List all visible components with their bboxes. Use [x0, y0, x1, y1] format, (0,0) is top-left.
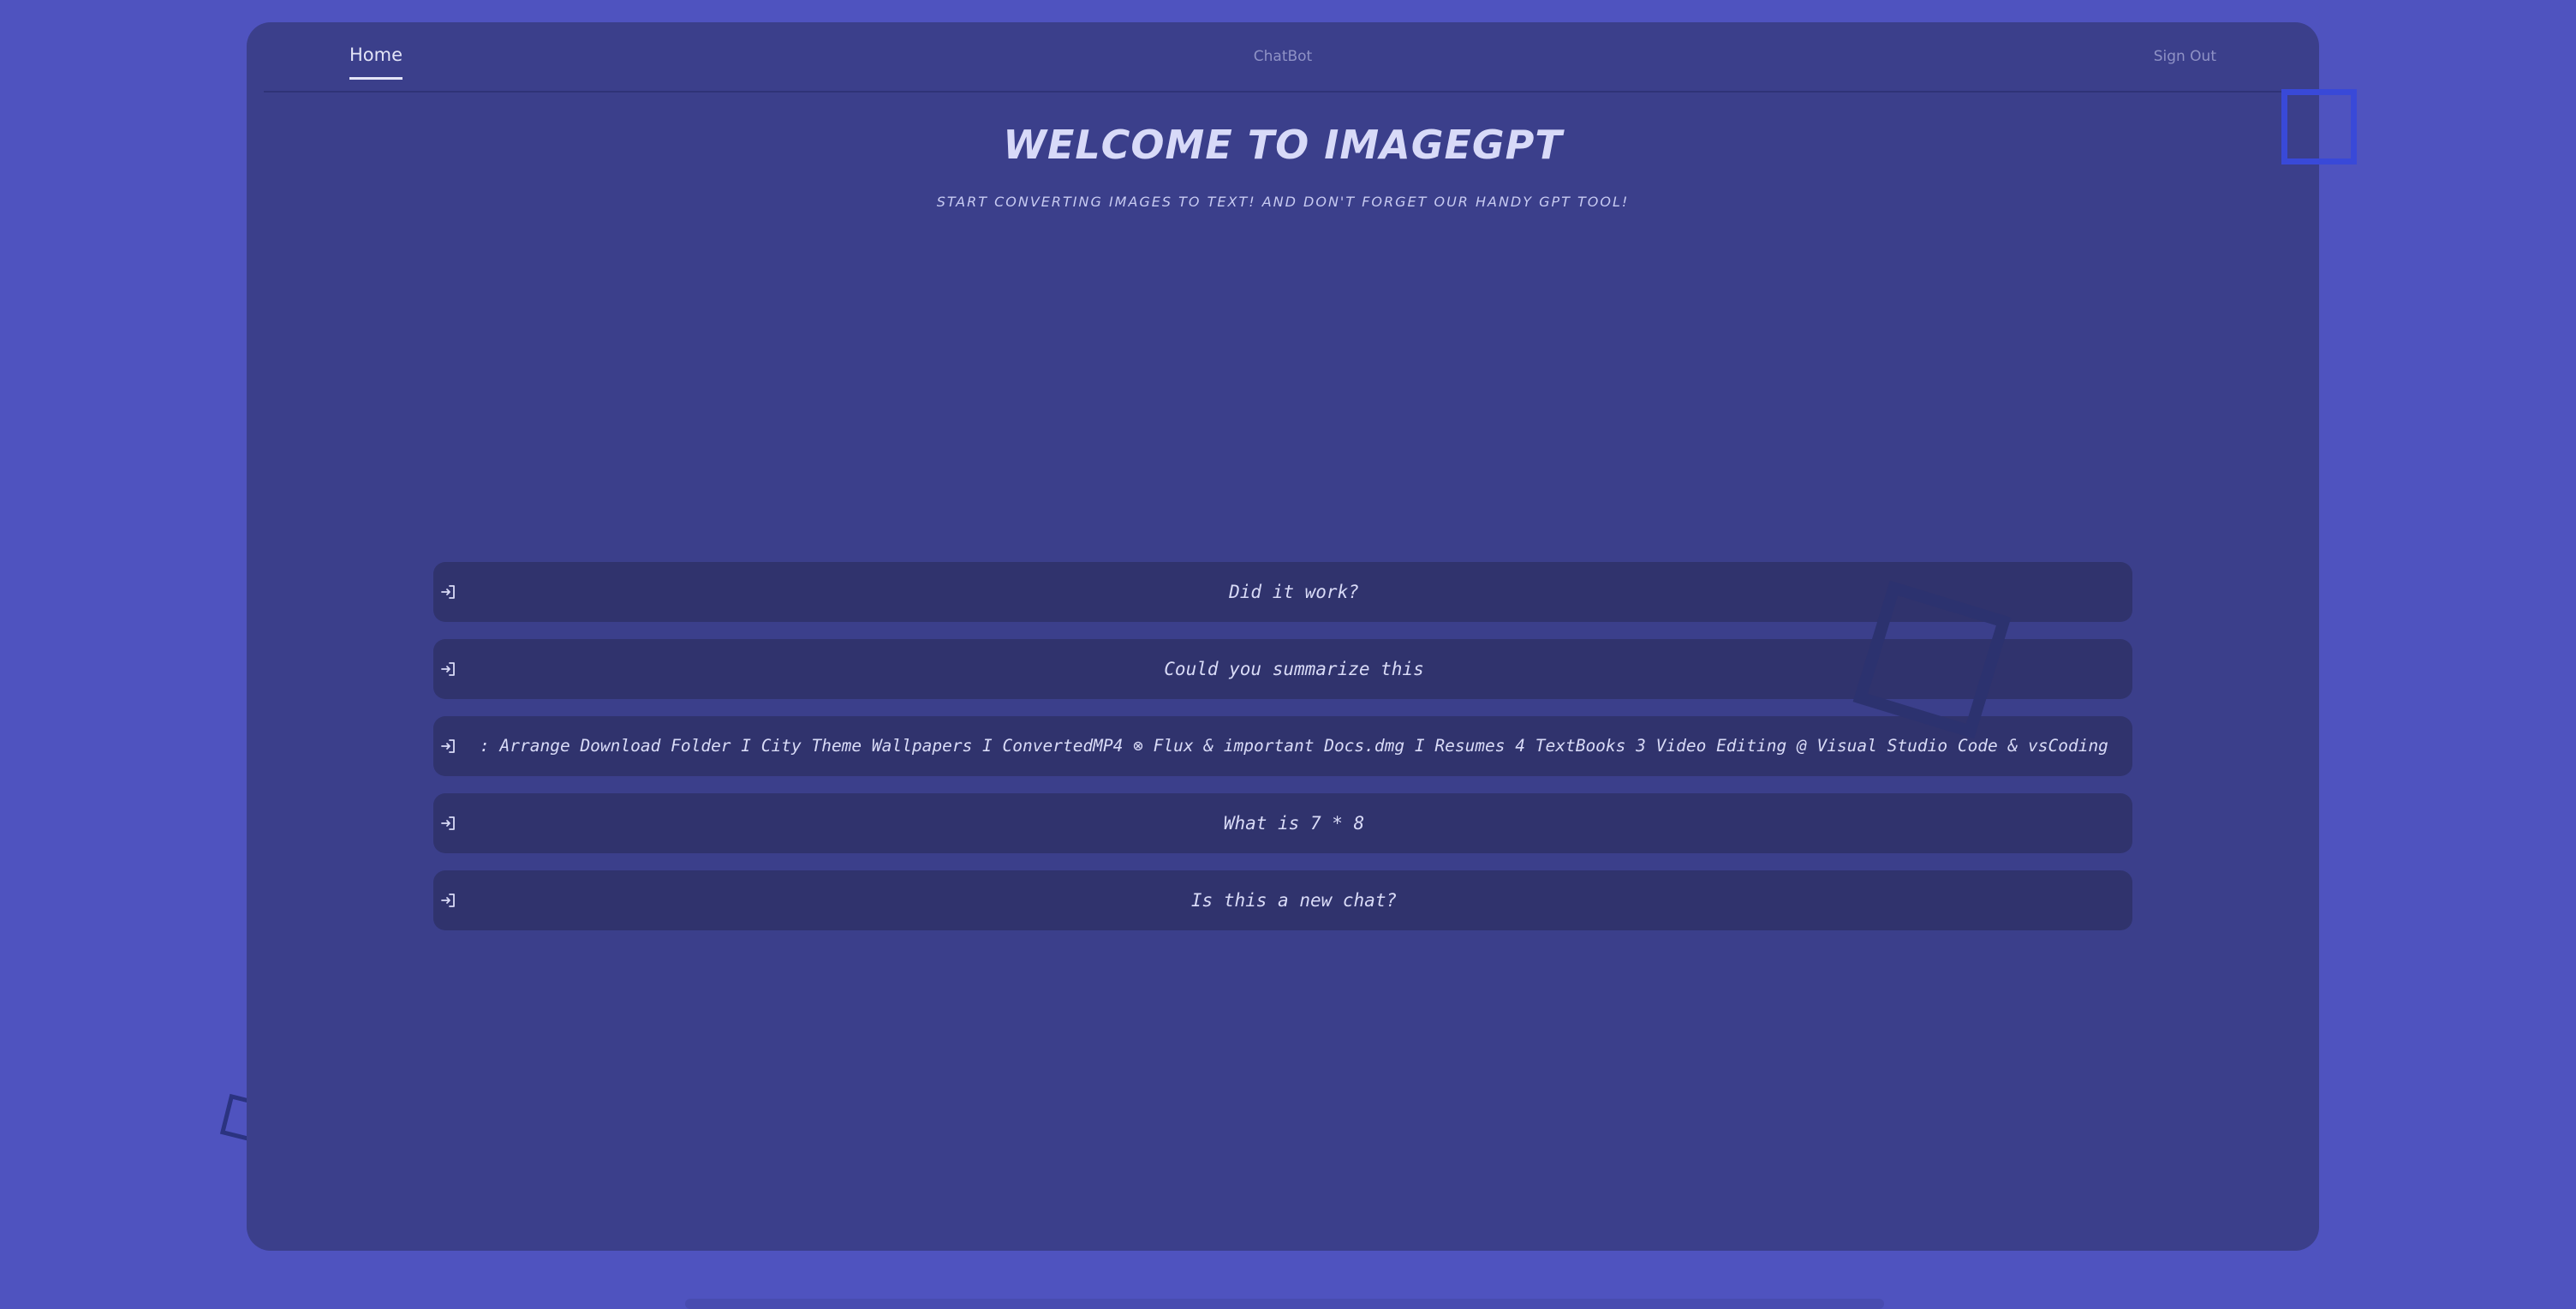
login-arrow-icon: [441, 739, 455, 753]
main-panel: Home ChatBot Sign Out WELCOME TO IMAGEGP…: [247, 22, 2319, 1251]
nav-chatbot-link[interactable]: ChatBot: [264, 48, 2302, 65]
chat-history-list: Did it work? Could you summarize this : …: [433, 562, 2132, 947]
chat-history-item[interactable]: Is this a new chat?: [433, 870, 2132, 930]
chat-history-item[interactable]: : Arrange Download Folder I City Theme W…: [433, 716, 2132, 776]
chat-history-item[interactable]: Did it work?: [433, 562, 2132, 622]
page-subtitle: START CONVERTING IMAGES TO TEXT! AND DON…: [936, 194, 1630, 210]
chat-history-item[interactable]: Could you summarize this: [433, 639, 2132, 699]
chat-history-text: Is this a new chat?: [1190, 890, 1398, 911]
login-arrow-icon: [441, 662, 455, 676]
page-title: WELCOME TO IMAGEGPT: [1003, 122, 1563, 168]
chat-history-text: What is 7 * 8: [1223, 813, 1365, 834]
chat-history-text: Did it work?: [1229, 582, 1359, 602]
chat-history-item[interactable]: What is 7 * 8: [433, 793, 2132, 853]
login-arrow-icon: [441, 894, 455, 907]
login-arrow-icon: [441, 585, 455, 599]
nav-signout-link[interactable]: Sign Out: [2154, 48, 2216, 65]
login-arrow-icon: [441, 816, 455, 830]
chat-history-text: : Arrange Download Folder I City Theme W…: [480, 736, 2108, 756]
bottom-shadow: [685, 1299, 1884, 1309]
chat-history-text: Could you summarize this: [1164, 659, 1424, 679]
top-navbar: Home ChatBot Sign Out: [264, 22, 2302, 93]
